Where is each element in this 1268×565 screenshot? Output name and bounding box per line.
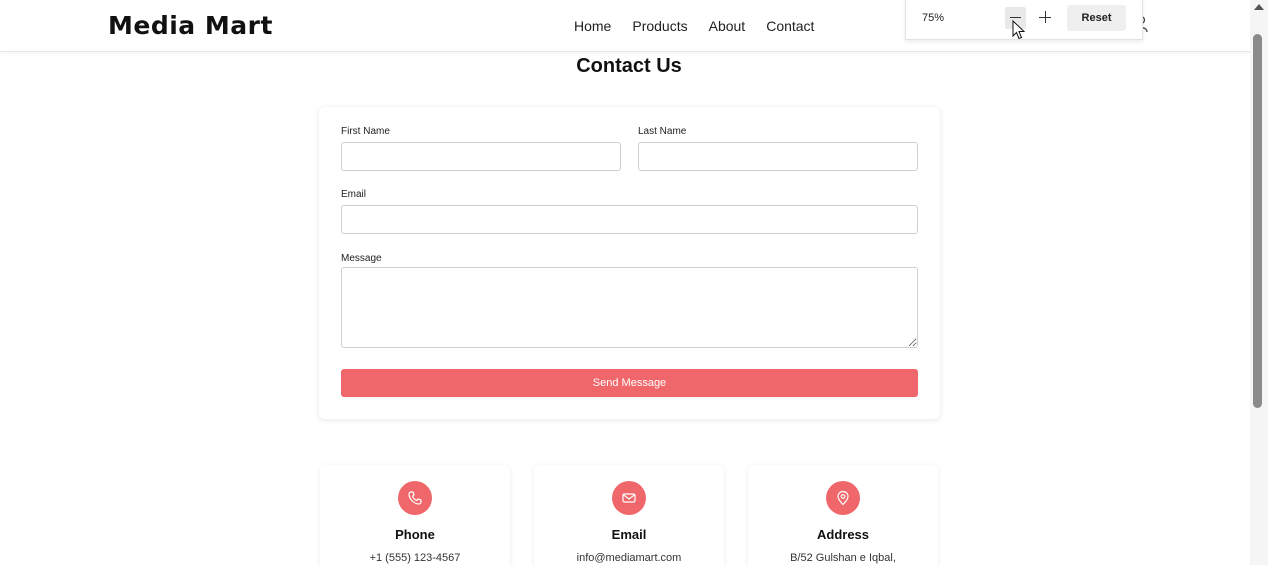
- message-textarea[interactable]: [341, 267, 918, 348]
- page-title: Contact Us: [576, 55, 682, 77]
- scroll-up-arrow-icon[interactable]: [1254, 4, 1264, 10]
- phone-icon: [398, 481, 432, 515]
- contact-form: First Name Last Name Email Message Send …: [319, 107, 940, 419]
- nav-link-products[interactable]: Products: [632, 18, 687, 34]
- location-pin-icon: [826, 481, 860, 515]
- zoom-level: 75%: [922, 12, 945, 24]
- nav-link-contact[interactable]: Contact: [766, 18, 814, 34]
- address-text: B/52 Gulshan e Iqbal,: [790, 552, 896, 564]
- last-name-input[interactable]: [638, 142, 918, 171]
- site-logo[interactable]: Media Mart: [108, 11, 273, 40]
- last-name-label: Last Name: [638, 126, 687, 137]
- first-name-label: First Name: [341, 126, 390, 137]
- page: Media Mart Home Products About Contact 7…: [0, 0, 1268, 565]
- message-label: Message: [341, 253, 382, 264]
- send-message-button[interactable]: Send Message: [341, 369, 918, 397]
- nav-link-home[interactable]: Home: [574, 18, 611, 34]
- first-name-input[interactable]: [341, 142, 621, 171]
- main-nav: Home Products About Contact: [574, 18, 835, 34]
- zoom-reset-button[interactable]: Reset: [1067, 5, 1126, 31]
- vertical-scrollbar[interactable]: [1250, 0, 1268, 565]
- scrollbar-thumb[interactable]: [1253, 34, 1262, 408]
- zoom-in-button[interactable]: [1036, 8, 1054, 26]
- info-card-address: Address B/52 Gulshan e Iqbal,: [748, 465, 938, 565]
- info-title-address: Address: [816, 527, 870, 542]
- info-title-email: Email: [611, 527, 647, 542]
- mail-icon: [612, 481, 646, 515]
- email-label: Email: [341, 189, 367, 200]
- phone-number: +1 (555) 123-4567: [369, 552, 461, 564]
- nav-link-about[interactable]: About: [709, 18, 746, 34]
- info-card-email: Email info@mediamart.com: [534, 465, 724, 565]
- info-title-phone: Phone: [395, 527, 435, 542]
- email-address: info@mediamart.com: [576, 552, 682, 564]
- mouse-cursor-icon: [1012, 20, 1026, 40]
- email-input[interactable]: [341, 205, 918, 234]
- info-card-phone: Phone +1 (555) 123-4567: [320, 465, 510, 565]
